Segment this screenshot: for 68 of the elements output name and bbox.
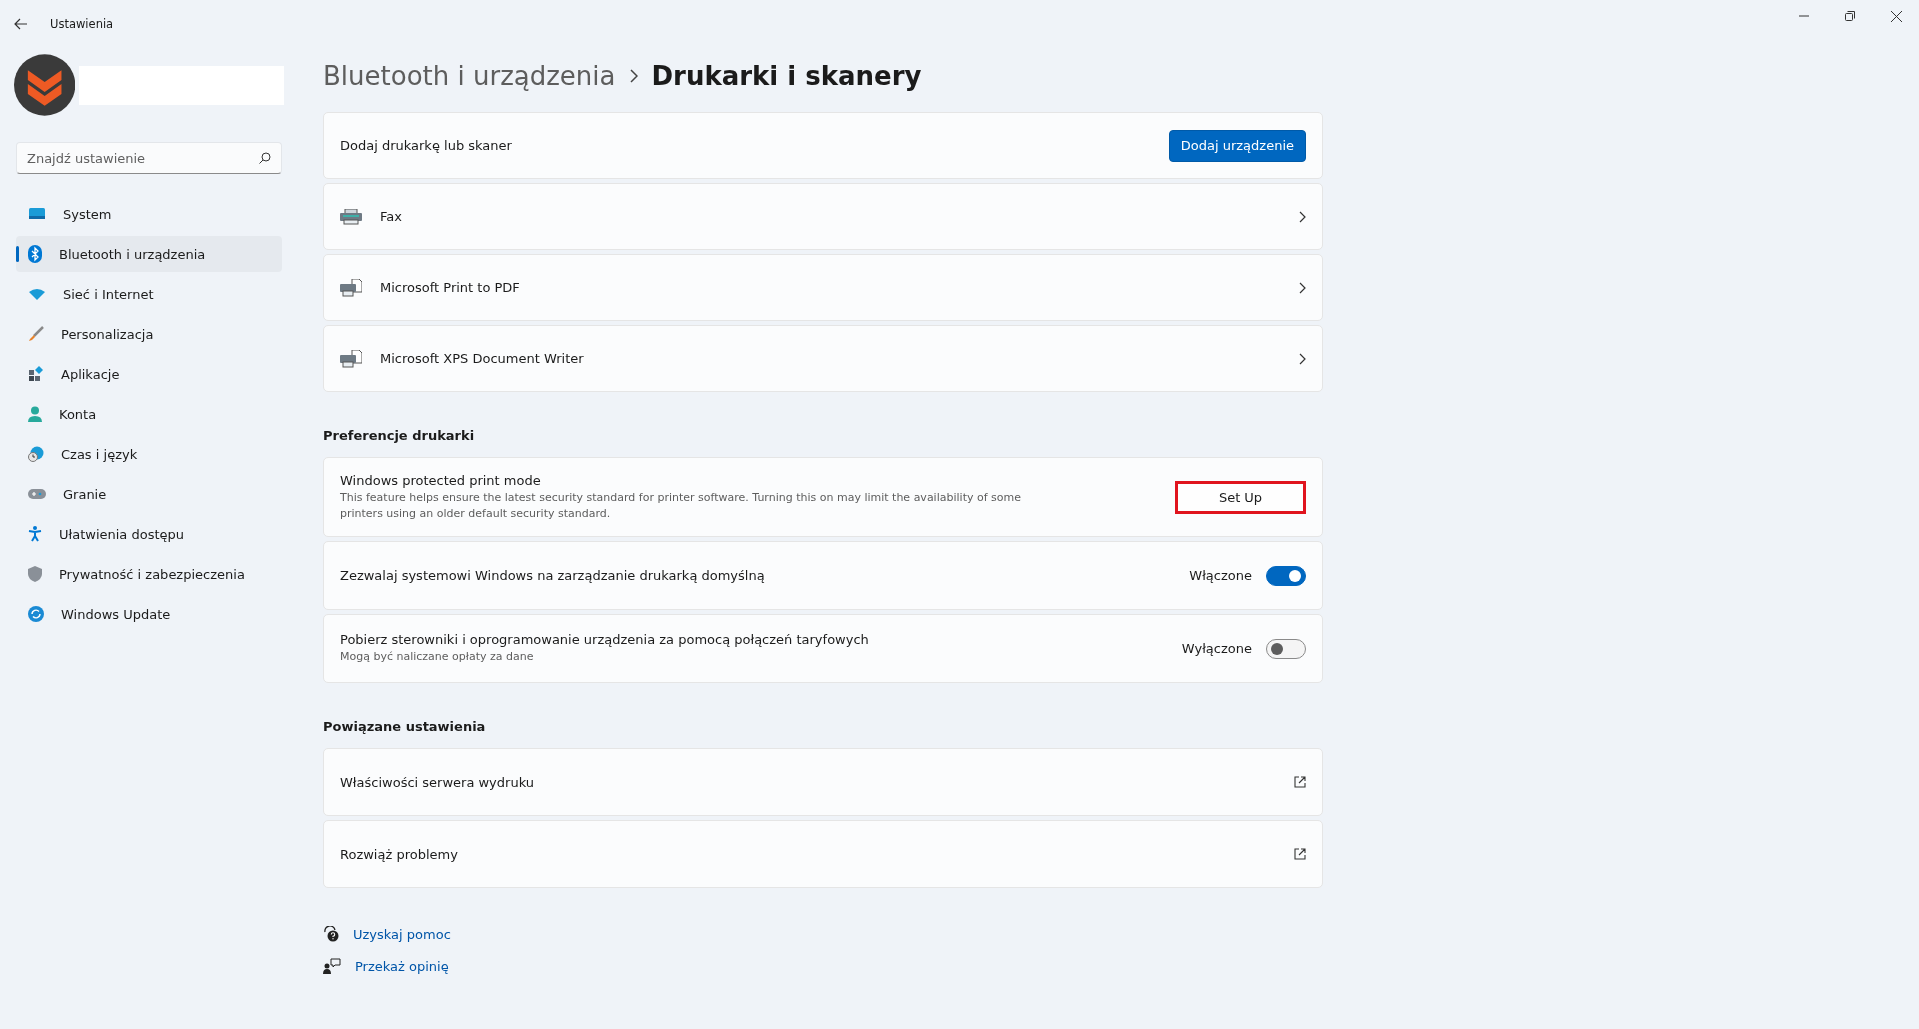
nav-item[interactable]: Aplikacje bbox=[16, 356, 282, 392]
printer-icon bbox=[340, 349, 362, 368]
add-device-button[interactable]: Dodaj urządzenie bbox=[1168, 129, 1306, 162]
device-row[interactable]: Fax bbox=[323, 183, 1323, 250]
row-label: Rozwiąż problemy bbox=[340, 846, 458, 862]
feedback-icon bbox=[323, 958, 341, 974]
setting-description: Mogą być naliczane opłaty za dane bbox=[340, 649, 535, 665]
external-link-icon bbox=[1294, 848, 1306, 860]
nav-item[interactable]: Ułatwienia dostępu bbox=[16, 516, 282, 552]
avatar-logo-icon bbox=[14, 54, 76, 116]
help-link[interactable]: Przekaż opinię bbox=[355, 958, 449, 974]
gamepad-icon bbox=[28, 488, 46, 500]
nav-item[interactable]: Prywatność i zabezpieczenia bbox=[16, 556, 282, 592]
search-field[interactable]: Znajdź ustawienie bbox=[16, 142, 282, 174]
help-link[interactable]: Uzyskaj pomoc bbox=[353, 926, 451, 942]
device-row[interactable]: Microsoft XPS Document Writer bbox=[323, 325, 1323, 392]
shield-icon bbox=[28, 566, 42, 582]
restore-icon bbox=[1845, 11, 1855, 21]
window-title: Ustawienia bbox=[50, 17, 114, 31]
printer-icon bbox=[340, 278, 362, 297]
close-icon bbox=[1890, 10, 1902, 22]
related-setting-row[interactable]: Rozwiąż problemy bbox=[323, 820, 1323, 888]
printer-icon bbox=[340, 208, 362, 225]
setting-title: Zezwalaj systemowi Windows na zarządzanie drukarką domyślną bbox=[340, 568, 766, 583]
setup-button[interactable]: Set Up bbox=[1175, 480, 1306, 514]
nav-item[interactable]: Czas i język bbox=[16, 436, 282, 472]
breadcrumb-link[interactable]: Bluetooth i urządzenia bbox=[323, 61, 616, 91]
nav-item[interactable]: Bluetooth i urządzenia bbox=[16, 236, 282, 272]
bluetooth-icon bbox=[28, 245, 42, 263]
nav-item[interactable]: Sieć i Internet bbox=[16, 276, 282, 312]
toggle-state-label: Włączone bbox=[1189, 568, 1252, 583]
related-setting-row[interactable]: Właściwości serwera wydruku bbox=[323, 748, 1323, 816]
setting-title: Windows protected print mode bbox=[340, 472, 542, 488]
toggle-switch[interactable] bbox=[1266, 638, 1306, 659]
nav-item[interactable]: Konta bbox=[16, 396, 282, 432]
device-name: Fax bbox=[380, 209, 402, 224]
section-title: Preferencje drukarki bbox=[323, 428, 476, 443]
device-name: Microsoft Print to PDF bbox=[380, 280, 520, 295]
setting-title: Pobierz sterowniki i oprogramowanie urządzenia za pomocą połączeń taryfowych bbox=[340, 632, 870, 647]
chevron-right-icon bbox=[1298, 210, 1306, 223]
device-name: Microsoft XPS Document Writer bbox=[380, 351, 584, 366]
sync-icon bbox=[28, 606, 44, 622]
external-link-icon bbox=[1294, 776, 1306, 788]
globe-clock-icon bbox=[28, 446, 44, 462]
wifi-icon bbox=[28, 288, 46, 300]
nav-item[interactable]: Granie bbox=[16, 476, 282, 512]
setting-description: This feature helps ensure the latest security standard for printer software. Turning this on may limit the availability of some printers using an older default security standard. bbox=[340, 489, 1022, 522]
chevron-right-icon bbox=[1298, 352, 1306, 365]
toggle-state-label: Wyłączone bbox=[1181, 641, 1252, 656]
help-icon bbox=[323, 926, 339, 942]
page-title: Drukarki i skanery bbox=[651, 61, 922, 91]
nav-item[interactable]: Personalizacja bbox=[16, 316, 282, 352]
card-label: Dodaj drukarkę lub skaner bbox=[340, 138, 512, 153]
nav-item[interactable]: System bbox=[16, 196, 282, 232]
back-arrow-icon bbox=[14, 18, 28, 30]
nav-item[interactable]: Windows Update bbox=[16, 596, 282, 632]
brush-icon bbox=[28, 326, 44, 342]
chevron-right-icon bbox=[1298, 281, 1306, 294]
person-icon bbox=[28, 406, 42, 422]
search-icon bbox=[259, 152, 271, 164]
toggle-switch[interactable] bbox=[1266, 565, 1306, 586]
accessibility-icon bbox=[28, 526, 42, 542]
apps-icon bbox=[28, 366, 44, 382]
row-label: Właściwości serwera wydruku bbox=[340, 774, 535, 790]
section-title: Powiązane ustawienia bbox=[323, 719, 487, 734]
device-row[interactable]: Microsoft Print to PDF bbox=[323, 254, 1323, 321]
monitor-icon bbox=[28, 207, 46, 221]
breadcrumb-chevron-icon bbox=[629, 69, 638, 83]
